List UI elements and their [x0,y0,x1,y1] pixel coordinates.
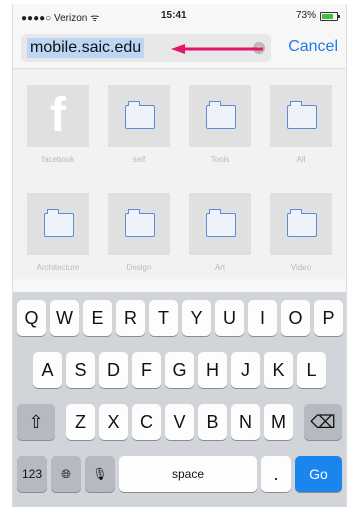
favorites-grid: f facebook self Tools All Architecture D… [13,69,346,279]
address-text[interactable]: mobile.saic.edu [27,38,145,58]
numbers-key[interactable]: 123 [17,456,47,492]
favorite-tools[interactable]: Tools [185,85,255,164]
folder-icon [287,101,317,129]
key-l[interactable]: L [297,352,326,388]
key-w[interactable]: W [50,300,79,336]
favorite-label: Design [126,263,152,272]
favorite-label: Art [214,263,226,272]
go-button[interactable]: Go [295,456,342,492]
battery-icon [320,12,340,21]
folder-icon [44,209,74,237]
key-p[interactable]: P [314,300,343,336]
clock: 15:41 [161,10,187,21]
key-x[interactable]: X [99,404,128,440]
key-e[interactable]: E [83,300,112,336]
key-g[interactable]: G [165,352,194,388]
key-u[interactable]: U [215,300,244,336]
favorite-facebook[interactable]: f facebook [23,85,93,164]
favorite-art[interactable]: Art [185,193,255,272]
battery-percent: 73% [295,10,316,21]
key-f[interactable]: F [132,352,161,388]
key-c[interactable]: C [132,404,161,440]
folder-icon [125,101,155,129]
key-k[interactable]: K [264,352,293,388]
globe-icon[interactable]: 🌐︎ [51,456,81,492]
folder-icon [287,209,317,237]
key-z[interactable]: Z [66,404,95,440]
favorite-video[interactable]: Video [266,193,336,272]
url-bar: mobile.saic.edu × Cancel [13,28,346,69]
folder-icon [206,209,236,237]
key-t[interactable]: T [149,300,178,336]
microphone-icon[interactable]: 🎙︎ [85,456,115,492]
key-q[interactable]: Q [17,300,46,336]
keyboard: Q W E R T Y U I O P A S D F G H J K L ⇧ … [13,292,346,507]
favorite-architecture[interactable]: Architecture [23,193,93,272]
key-y[interactable]: Y [182,300,211,336]
favorite-label: Video [290,263,312,272]
carrier-label: ●●●●○ Verizon ᯤ [21,13,100,24]
favorite-design[interactable]: Design [104,193,174,272]
shift-key[interactable]: ⇧ [17,404,55,440]
key-i[interactable]: I [248,300,277,336]
key-j[interactable]: J [231,352,260,388]
favorite-label: Tools [210,155,230,164]
key-v[interactable]: V [165,404,194,440]
facebook-icon: f [27,85,89,147]
annotation-arrow-icon [171,44,263,54]
favorite-label: self [132,155,146,164]
favorite-all[interactable]: All [266,85,336,164]
favorite-label: Architecture [36,263,80,272]
favorite-label: facebook [41,155,75,164]
key-a[interactable]: A [33,352,62,388]
status-bar: ●●●●○ Verizon ᯤ 15:41 73% [13,4,346,28]
key-b[interactable]: B [198,404,227,440]
key-r[interactable]: R [116,300,145,336]
dot-key[interactable]: . [261,456,291,492]
safari-screen: ●●●●○ Verizon ᯤ 15:41 73% mobile.saic.ed… [12,4,347,507]
key-d[interactable]: D [99,352,128,388]
key-n[interactable]: N [231,404,260,440]
favorite-self[interactable]: self [104,85,174,164]
delete-key[interactable]: ⌫ [304,404,342,440]
key-o[interactable]: O [281,300,310,336]
key-m[interactable]: M [264,404,293,440]
folder-icon [206,101,236,129]
key-h[interactable]: H [198,352,227,388]
key-s[interactable]: S [66,352,95,388]
cancel-button[interactable]: Cancel [288,38,338,56]
space-key[interactable]: space [119,456,257,492]
folder-icon [125,209,155,237]
favorite-label: All [296,155,306,164]
